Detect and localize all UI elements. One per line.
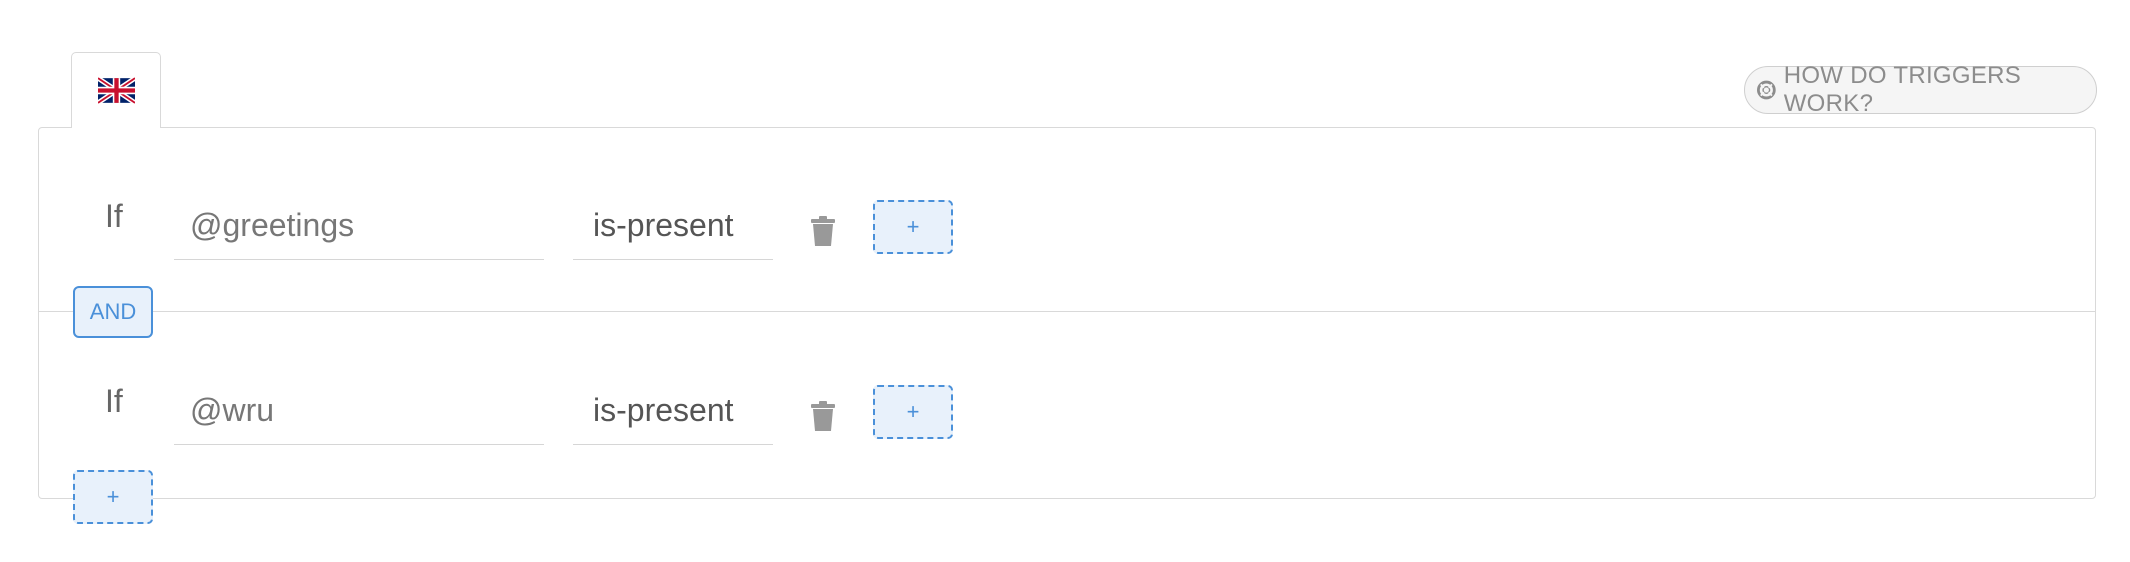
and-connector-button[interactable]: AND	[73, 286, 153, 338]
variable-field[interactable]: @greetings	[174, 200, 544, 260]
operator-select[interactable]: is-present	[573, 385, 773, 445]
add-sibling-condition-button[interactable]: +	[873, 385, 953, 439]
language-tab-english[interactable]	[71, 52, 161, 128]
trigger-conditions-panel: If @greetings is-present + AND If @wru i…	[38, 127, 2096, 524]
how-triggers-work-label: HOW DO TRIGGERS WORK?	[1783, 62, 2022, 117]
delete-condition-icon[interactable]	[811, 216, 835, 246]
how-triggers-work-button[interactable]: HOW DO TRIGGERS WORK?	[1744, 62, 2097, 117]
lifebuoy-icon	[1757, 80, 1776, 100]
if-label: If	[105, 383, 123, 419]
operator-select[interactable]: is-present	[573, 200, 773, 260]
variable-field[interactable]: @wru	[174, 385, 544, 445]
if-label: If	[105, 198, 123, 234]
uk-flag-icon	[98, 76, 135, 105]
condition-row: If @greetings is-present +	[39, 198, 2095, 308]
add-condition-button[interactable]: +	[73, 470, 153, 524]
add-sibling-condition-button[interactable]: +	[873, 200, 953, 254]
condition-row: If @wru is-present +	[39, 383, 2095, 493]
condition-divider	[39, 311, 2095, 312]
delete-condition-icon[interactable]	[811, 401, 835, 431]
